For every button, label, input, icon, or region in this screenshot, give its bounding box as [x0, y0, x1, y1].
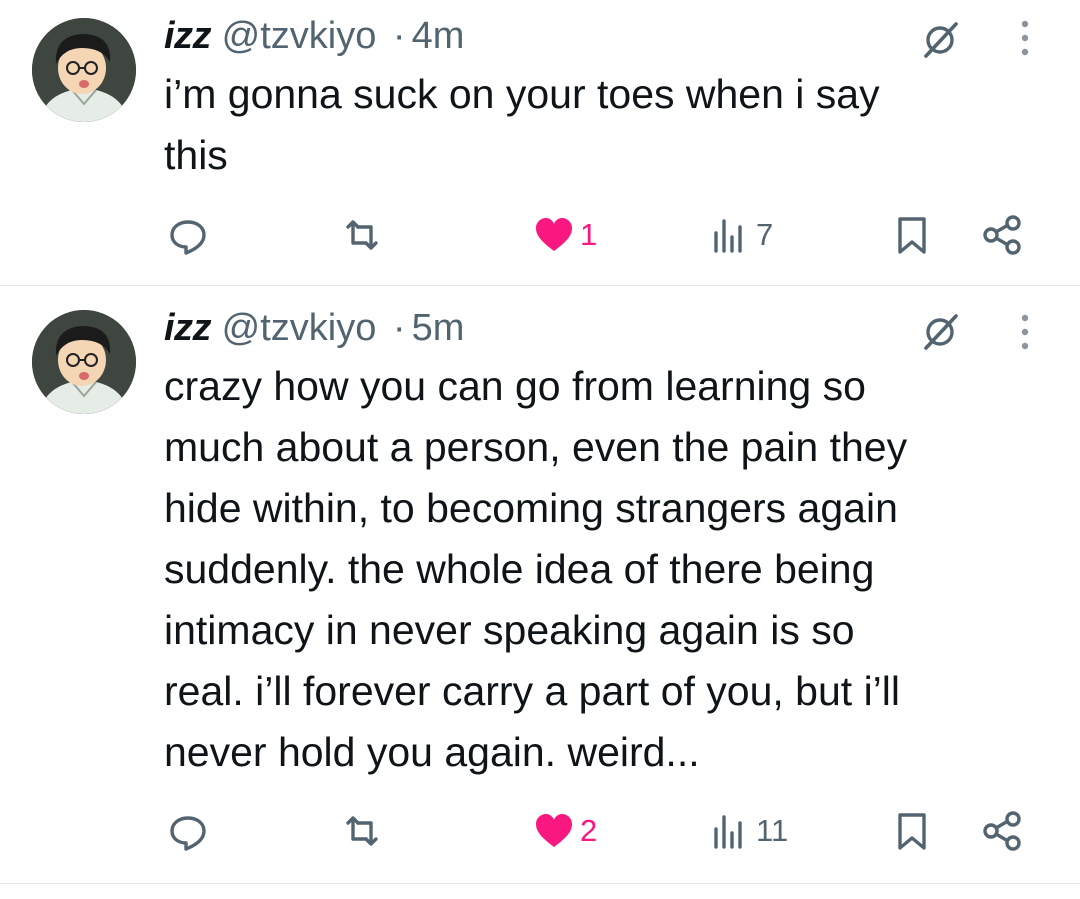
- retweet-button[interactable]: [340, 806, 384, 856]
- views-icon: [714, 219, 742, 253]
- bookmark-button[interactable]: [890, 210, 934, 260]
- view-count: 7: [756, 217, 774, 252]
- share-button[interactable]: [980, 210, 1024, 260]
- action-bar: 2 11: [0, 806, 1080, 856]
- heart-filled-icon: [536, 814, 572, 847]
- reply-button[interactable]: [166, 210, 210, 260]
- views-button[interactable]: 7: [708, 210, 773, 260]
- tweet[interactable]: izz @tzvkiyo · 4m i’m gonna suck on your …: [0, 0, 1080, 286]
- tweet-header: izz @tzvkiyo · 5m: [164, 304, 464, 352]
- avatar-image: [32, 310, 136, 414]
- like-button[interactable]: 2: [532, 806, 597, 856]
- more-icon[interactable]: [1018, 18, 1032, 58]
- reply-icon: [170, 220, 206, 255]
- user-handle[interactable]: @tzvkiyo: [222, 15, 377, 57]
- heart-filled-icon: [536, 218, 572, 251]
- tweet-text: i’m gonna suck on your toes when i say t…: [164, 71, 880, 178]
- reply-icon: [170, 816, 206, 851]
- display-name[interactable]: izz: [164, 307, 212, 349]
- share-icon: [983, 811, 1021, 851]
- bookmark-button[interactable]: [890, 806, 934, 856]
- separator: ·: [392, 307, 406, 349]
- like-count: 2: [580, 813, 598, 848]
- timestamp[interactable]: 5m: [412, 307, 465, 349]
- retweet-button[interactable]: [340, 210, 384, 260]
- tweet-text: crazy how you can go from learning so mu…: [164, 363, 908, 775]
- grok-icon[interactable]: [918, 310, 962, 354]
- views-button[interactable]: 11: [708, 806, 788, 856]
- retweet-icon: [346, 220, 378, 250]
- views-icon: [714, 815, 742, 849]
- separator: ·: [392, 15, 406, 57]
- display-name[interactable]: izz: [164, 15, 212, 57]
- retweet-icon: [346, 816, 378, 846]
- user-handle[interactable]: @tzvkiyo: [222, 307, 377, 349]
- avatar[interactable]: [32, 310, 136, 414]
- like-button[interactable]: 1: [532, 210, 597, 260]
- like-count: 1: [580, 217, 598, 252]
- reply-button[interactable]: [166, 806, 210, 856]
- more-icon[interactable]: [1018, 312, 1032, 352]
- action-bar: 1 7: [0, 210, 1080, 260]
- avatar[interactable]: [32, 18, 136, 122]
- avatar-image: [32, 18, 136, 122]
- tweet-header: izz @tzvkiyo · 4m: [164, 12, 464, 60]
- view-count: 11: [756, 813, 789, 848]
- bookmark-icon: [898, 217, 926, 254]
- share-button[interactable]: [980, 806, 1024, 856]
- tweet[interactable]: izz @tzvkiyo · 5m crazy how you can go fr…: [0, 286, 1080, 884]
- timestamp[interactable]: 4m: [412, 15, 465, 57]
- grok-icon[interactable]: [918, 18, 962, 62]
- share-icon: [983, 215, 1021, 255]
- bookmark-icon: [898, 813, 926, 850]
